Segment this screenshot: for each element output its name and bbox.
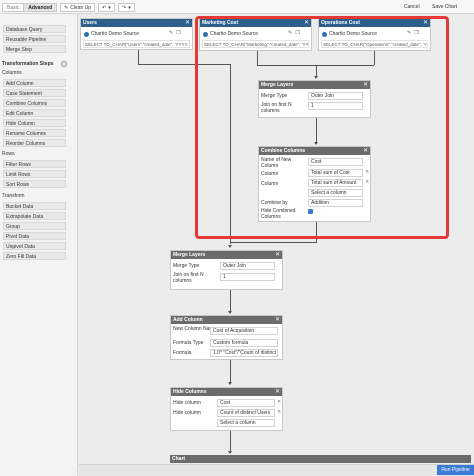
database-icon bbox=[84, 31, 89, 37]
connector-line bbox=[230, 431, 231, 453]
sidebar-item-limit-rows[interactable]: Limit Rows bbox=[3, 170, 66, 178]
transformation-steps-heading: Transformation Steps bbox=[2, 61, 54, 67]
hide-column-label: Hide column bbox=[173, 410, 201, 416]
tab-advanced[interactable]: Advanced bbox=[24, 3, 58, 12]
sql-preview[interactable]: SELECT TO_CHAR("Users"."created_date", '… bbox=[83, 40, 190, 48]
arrow-icon bbox=[228, 245, 232, 248]
undo-icon: ↶ bbox=[102, 4, 107, 11]
sidebar-item-merge-step[interactable]: Merge Step bbox=[3, 45, 66, 53]
sidebar-item-rename-columns[interactable]: Rename Columns bbox=[3, 129, 66, 137]
redo-button[interactable]: ↷ ▾ bbox=[118, 3, 135, 12]
close-icon[interactable]: ✕ bbox=[275, 388, 280, 396]
chevron-down-icon: ▾ bbox=[128, 4, 131, 11]
broom-icon: ✎ bbox=[64, 4, 69, 11]
mode-tabs: Basic Advanced bbox=[2, 3, 58, 12]
sidebar-item-zero-fill-data[interactable]: Zero Fill Data bbox=[3, 252, 66, 260]
arrow-icon bbox=[228, 451, 232, 454]
step-sidebar: Database Query Reusable Pipeline Merge S… bbox=[0, 14, 78, 476]
merge-type-select[interactable]: Outer Join bbox=[220, 262, 275, 270]
save-chart-button[interactable]: Save Chart bbox=[432, 3, 457, 12]
sidebar-item-case-statement[interactable]: Case Statement bbox=[3, 89, 66, 97]
hide-column-select-1[interactable]: Cost bbox=[217, 399, 275, 407]
new-column-name-input[interactable]: Cost of Acquisition bbox=[210, 327, 278, 335]
cancel-button[interactable]: Cancel bbox=[404, 3, 420, 12]
arrow-icon bbox=[228, 311, 232, 314]
sidebar-item-database-query[interactable]: Database Query bbox=[3, 25, 66, 33]
cleanup-label: Clean Up bbox=[70, 4, 92, 11]
sidebar-item-sort-rows[interactable]: Sort Rows bbox=[3, 180, 66, 188]
bottom-bar bbox=[79, 464, 474, 476]
close-icon[interactable]: ✕ bbox=[185, 19, 190, 27]
highlight-annotation bbox=[195, 16, 449, 239]
sidebar-item-bucket-data[interactable]: Bucket Data bbox=[3, 202, 66, 210]
users-query-node[interactable]: Users ✕ Chartio Demo Source ✎ ❐ SELECT T… bbox=[80, 18, 193, 50]
remove-icon[interactable]: ✕ bbox=[277, 399, 281, 405]
connector-line bbox=[230, 290, 231, 313]
close-icon[interactable]: ✕ bbox=[275, 316, 280, 324]
transform-heading: Transform bbox=[2, 193, 25, 199]
run-pipeline-button[interactable]: Run Pipeline bbox=[437, 465, 474, 475]
sidebar-item-reusable-pipeline[interactable]: Reusable Pipeline bbox=[3, 35, 66, 43]
gear-icon[interactable] bbox=[61, 61, 67, 67]
sidebar-item-hide-column[interactable]: Hide Column bbox=[3, 119, 66, 127]
node-header: Chart bbox=[170, 455, 471, 463]
close-icon[interactable]: ✕ bbox=[275, 251, 280, 259]
sidebar-item-unpivot-data[interactable]: Unpivot Data bbox=[3, 242, 66, 250]
join-columns-label: Join on first N columns bbox=[173, 272, 204, 284]
formula-label: Formula bbox=[173, 350, 192, 356]
remove-icon[interactable]: ✕ bbox=[277, 409, 281, 415]
node-title: Users bbox=[83, 20, 97, 26]
source-selector[interactable]: Chartio Demo Source bbox=[84, 30, 139, 38]
node-title: Hide Columns bbox=[173, 389, 207, 395]
merge-type-label: Merge Type bbox=[173, 263, 200, 269]
node-header: Merge Layers ✕ bbox=[171, 251, 282, 259]
rows-heading: Rows bbox=[2, 151, 15, 157]
undo-button[interactable]: ↶ ▾ bbox=[98, 3, 115, 12]
source-name: Chartio Demo Source bbox=[91, 31, 140, 37]
sidebar-item-combine-columns[interactable]: Combine Columns bbox=[3, 99, 66, 107]
hide-columns-node[interactable]: Hide Columns ✕ Hide column Cost ✕ Hide c… bbox=[170, 387, 283, 431]
sidebar-item-edit-column[interactable]: Edit Column bbox=[3, 109, 66, 117]
columns-heading: Columns bbox=[2, 70, 22, 76]
sidebar-item-add-column[interactable]: Add Column bbox=[3, 79, 66, 87]
hide-column-label: Hide column bbox=[173, 400, 201, 406]
redo-icon: ↷ bbox=[122, 4, 127, 11]
sidebar-item-filter-rows[interactable]: Filter Rows bbox=[3, 160, 66, 168]
node-title: Add Column bbox=[173, 317, 203, 323]
formula-input[interactable]: 1.0* "Cost"/"Count of distinct U... bbox=[210, 349, 278, 357]
formula-type-label: Formula Type bbox=[173, 340, 204, 346]
node-title: Chart bbox=[172, 456, 186, 462]
join-columns-input[interactable]: 1 bbox=[220, 273, 275, 281]
node-header: Hide Columns ✕ bbox=[171, 388, 282, 396]
sidebar-item-reorder-columns[interactable]: Reorder Columns bbox=[3, 139, 66, 147]
merge-layers-node-bottom[interactable]: Merge Layers ✕ Merge Type Outer Join Joi… bbox=[170, 250, 283, 290]
sidebar-item-extrapolate-data[interactable]: Extrapolate Data bbox=[3, 212, 66, 220]
add-column-node[interactable]: Add Column ✕ New Column Name Cost of Acq… bbox=[170, 315, 283, 360]
connector-line bbox=[138, 50, 139, 64]
edit-icon[interactable]: ✎ bbox=[169, 30, 173, 36]
hide-column-select-3[interactable]: Select a column bbox=[217, 419, 275, 427]
hide-column-select-2[interactable]: Count of distinct Users bbox=[217, 409, 275, 417]
formula-type-select[interactable]: Custom formula bbox=[210, 339, 278, 347]
tab-basic[interactable]: Basic bbox=[2, 3, 25, 12]
node-header: Users ✕ bbox=[81, 19, 192, 27]
chart-node[interactable]: Chart bbox=[170, 455, 471, 463]
connector-line bbox=[230, 242, 317, 243]
node-title: Merge Layers bbox=[173, 252, 206, 258]
node-header: Add Column ✕ bbox=[171, 316, 282, 324]
sidebar-item-group[interactable]: Group bbox=[3, 222, 66, 230]
chevron-down-icon: ▾ bbox=[108, 4, 111, 11]
connector-line bbox=[230, 360, 231, 384]
top-toolbar: Basic Advanced ✎ Clean Up ↶ ▾ ↷ ▾ Cancel… bbox=[0, 0, 474, 14]
node-tools: ✎ ❐ bbox=[169, 30, 181, 36]
copy-icon[interactable]: ❐ bbox=[176, 30, 180, 36]
sidebar-item-pivot-data[interactable]: Pivot Data bbox=[3, 232, 66, 240]
cleanup-button[interactable]: ✎ Clean Up bbox=[60, 3, 96, 12]
arrow-icon bbox=[228, 382, 232, 385]
